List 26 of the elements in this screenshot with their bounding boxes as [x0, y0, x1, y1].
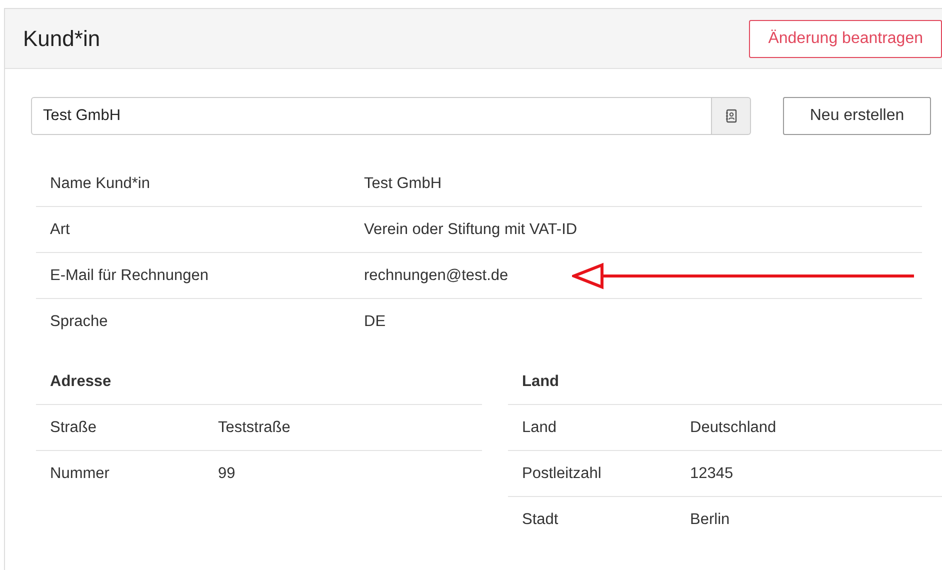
- field-value: Berlin: [690, 510, 730, 528]
- field-value: rechnungen@test.de: [364, 266, 508, 284]
- customer-field[interactable]: Test GmbH: [31, 97, 712, 135]
- section-heading: Adresse: [36, 360, 482, 405]
- contact-book-icon: [725, 109, 737, 123]
- field-value: 12345: [690, 464, 734, 482]
- field-value: Teststraße: [218, 418, 290, 436]
- field-value: DE: [364, 312, 386, 330]
- card-title: Kund*in: [23, 26, 100, 52]
- field-label: Land: [522, 418, 558, 436]
- contact-picker-button[interactable]: [712, 97, 751, 135]
- field-label: Straße: [50, 418, 98, 436]
- request-change-button[interactable]: Änderung beantragen: [749, 20, 942, 58]
- field-value: 99: [218, 464, 236, 482]
- field-label: Name Kund*in: [50, 174, 151, 192]
- field-label: Postleitzahl: [522, 464, 602, 482]
- field-label: Nummer: [50, 464, 110, 482]
- field-label: E-Mail für Rechnungen: [50, 266, 210, 284]
- field-label: Art: [50, 220, 71, 238]
- field-value: Verein oder Stiftung mit VAT-ID: [364, 220, 578, 238]
- field-value: Test GmbH: [364, 174, 442, 192]
- field-value: Deutschland: [690, 418, 776, 436]
- field-label: Stadt: [522, 510, 560, 528]
- section-heading: Land: [508, 360, 942, 405]
- field-label: Sprache: [50, 312, 109, 330]
- create-new-button[interactable]: Neu erstellen: [783, 97, 931, 135]
